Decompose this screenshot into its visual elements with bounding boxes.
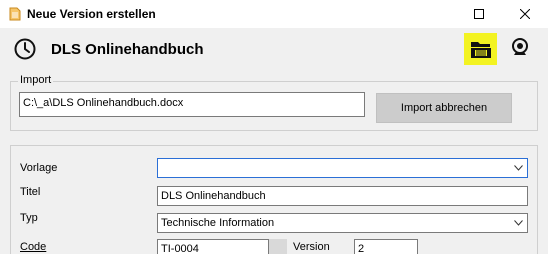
typ-select[interactable]: Technische Information xyxy=(157,213,528,233)
document-icon xyxy=(9,7,21,21)
maximize-button[interactable] xyxy=(456,0,502,28)
import-legend: Import xyxy=(18,74,54,86)
chevron-down-icon xyxy=(514,165,523,171)
chevron-down-icon xyxy=(514,220,523,226)
vorlage-select[interactable] xyxy=(157,158,528,178)
vorlage-label: Vorlage xyxy=(20,162,58,174)
window-title: Neue Version erstellen xyxy=(27,7,156,21)
clock-icon xyxy=(14,38,36,60)
webcam-button[interactable] xyxy=(507,35,533,61)
titel-label: Titel xyxy=(20,186,41,198)
typ-value: Technische Information xyxy=(161,217,275,229)
titel-field[interactable]: DLS Onlinehandbuch xyxy=(157,186,528,206)
close-button[interactable] xyxy=(502,0,548,28)
import-path-field[interactable]: C:\_a\DLS Onlinehandbuch.docx xyxy=(19,92,365,117)
dialog-window: Neue Version erstellen DLS Onlinehandbuc… xyxy=(0,0,548,254)
folder-icon xyxy=(470,42,491,58)
close-icon xyxy=(520,9,530,19)
import-cancel-button[interactable]: Import abbrechen xyxy=(376,93,512,123)
open-folder-button[interactable] xyxy=(464,33,497,65)
title-bar: Neue Version erstellen xyxy=(0,0,548,28)
code-picker-button[interactable] xyxy=(268,239,287,254)
maximize-icon xyxy=(474,9,484,19)
version-field[interactable]: 2 xyxy=(354,239,418,254)
page-title: DLS Onlinehandbuch xyxy=(51,41,204,58)
code-label[interactable]: Code xyxy=(20,241,46,253)
version-label: Version xyxy=(293,241,330,253)
webcam-icon xyxy=(512,38,528,55)
header: DLS Onlinehandbuch xyxy=(0,28,548,72)
typ-label: Typ xyxy=(20,212,38,224)
